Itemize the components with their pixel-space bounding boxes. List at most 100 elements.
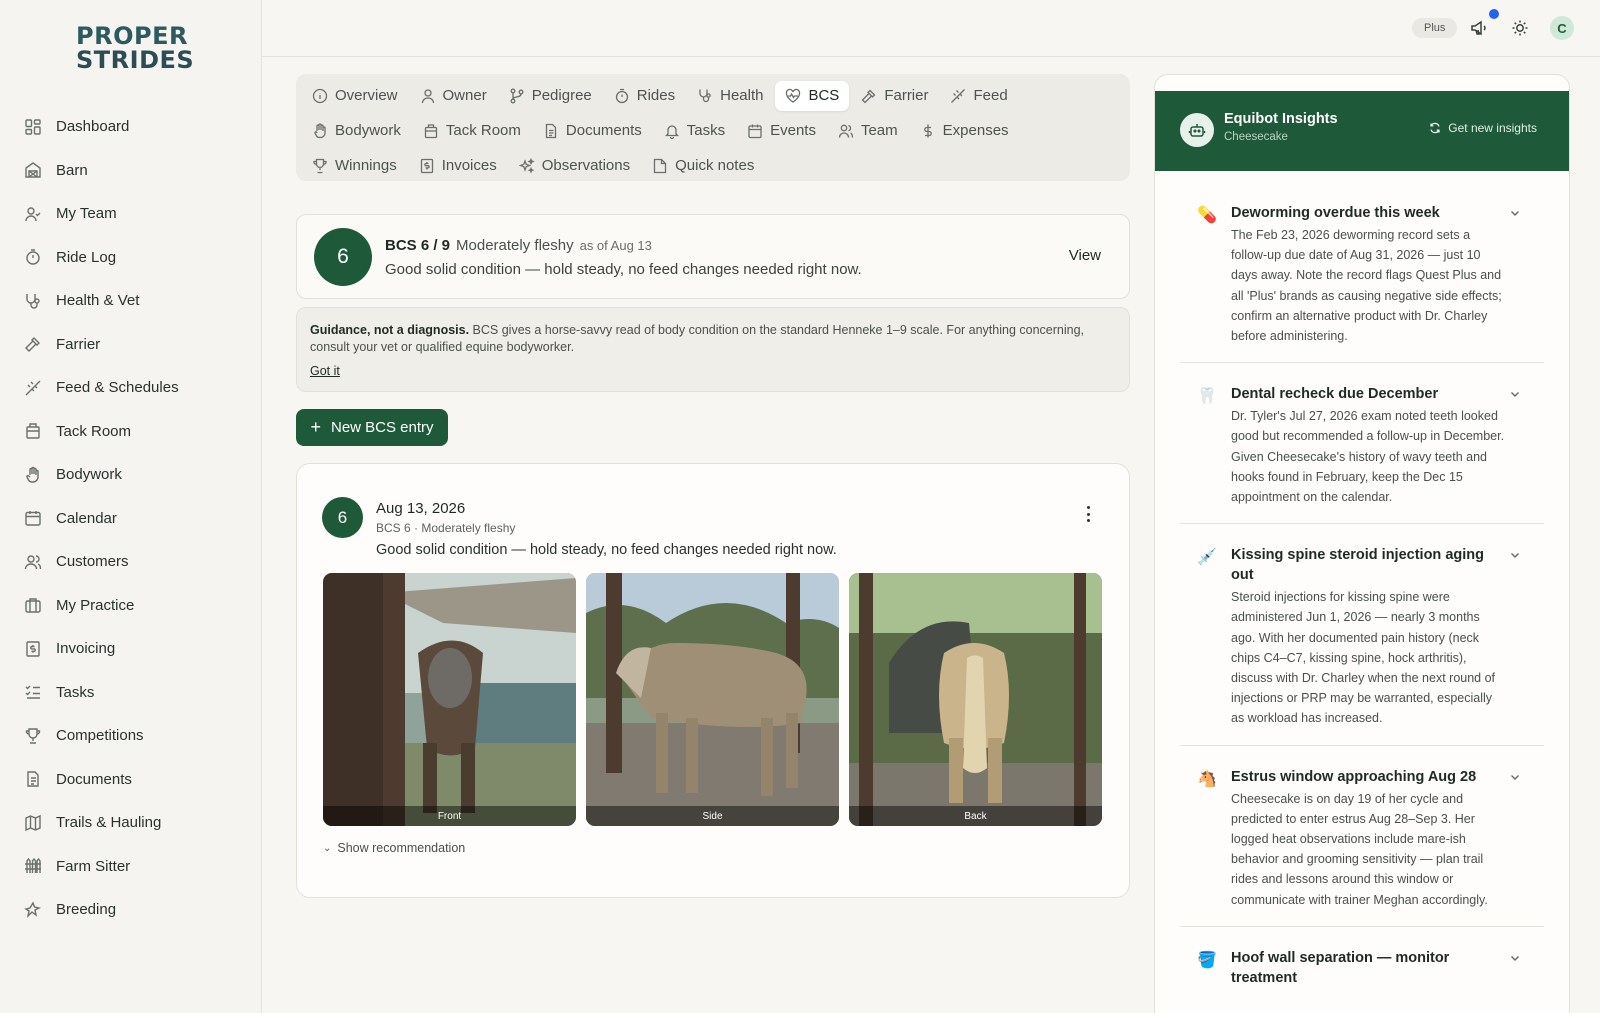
chevron-down-icon[interactable] <box>1508 387 1522 401</box>
sidebar-item-label: Farrier <box>56 335 101 353</box>
insight-item[interactable]: 💊 Deworming overdue this week The Feb 23… <box>1180 203 1544 364</box>
sidebar-item-label: Feed & Schedules <box>56 379 179 397</box>
sidebar-item-customers[interactable]: Customers <box>20 540 250 584</box>
megaphone-icon[interactable] <box>1467 16 1491 40</box>
sidebar-item-tack-room[interactable]: Tack Room <box>20 410 250 454</box>
tab-pedigree[interactable]: Pedigree <box>499 81 602 111</box>
sidebar-item-label: Customers <box>56 553 129 571</box>
sidebar-item-tasks[interactable]: Tasks <box>20 671 250 715</box>
tab-overview[interactable]: Overview <box>302 81 408 111</box>
tab-expenses[interactable]: Expenses <box>910 116 1019 146</box>
tab-bodywork[interactable]: Bodywork <box>302 116 411 146</box>
tab-winnings[interactable]: Winnings <box>302 151 407 181</box>
sidebar-item-invoicing[interactable]: Invoicing <box>20 627 250 671</box>
brand-logo-line2: STRIDES <box>76 46 195 74</box>
insight-item[interactable]: 🐴 Estrus window approaching Aug 28 Chees… <box>1180 767 1544 927</box>
avatar[interactable]: C <box>1550 16 1574 40</box>
sidebar-item-health-vet[interactable]: Health & Vet <box>20 279 250 323</box>
sidebar-item-my-team[interactable]: My Team <box>20 192 250 236</box>
sidebar-item-label: Bodywork <box>56 466 122 484</box>
user-icon <box>421 88 434 103</box>
stethoscope-icon <box>699 89 711 102</box>
calendar-icon <box>24 509 42 527</box>
sidebar-item-bodywork[interactable]: Bodywork <box>20 453 250 497</box>
tab-label: Team <box>860 122 898 139</box>
barn-icon <box>24 161 42 179</box>
brand-logo[interactable]: PROPER STRIDES <box>76 24 195 74</box>
tab-documents[interactable]: Documents <box>533 116 652 146</box>
insights-horse-name: Cheesecake <box>1224 131 1288 143</box>
dashboard-icon <box>24 118 42 136</box>
chevron-down-icon[interactable] <box>1508 206 1522 220</box>
chevron-down-icon[interactable] <box>1508 770 1522 784</box>
pill-icon: 💊 <box>1197 207 1217 224</box>
sidebar-item-trails-hauling[interactable]: Trails & Hauling <box>20 801 250 845</box>
sidebar-item-farm-sitter[interactable]: Farm Sitter <box>20 845 250 889</box>
tab-team[interactable]: Team <box>828 116 908 146</box>
bcs-descriptor: Moderately fleshy <box>456 237 574 254</box>
photo-back[interactable]: Back <box>849 573 1102 826</box>
briefcase-icon <box>24 596 42 614</box>
insight-item[interactable]: 💉 Kissing spine steroid injection aging … <box>1180 545 1544 746</box>
sidebar-item-feed-schedules[interactable]: Feed & Schedules <box>20 366 250 410</box>
sidebar-item-ride-log[interactable]: Ride Log <box>20 236 250 280</box>
bcs-summary-heading: BCS 6 / 9 Moderately fleshy as of Aug 13 <box>385 237 652 254</box>
sidebar-item-dashboard[interactable]: Dashboard <box>20 105 250 149</box>
tab-invoices[interactable]: Invoices <box>409 151 507 181</box>
bcs-entry-card: 6 Aug 13, 2026 BCS 6 · Moderately fleshy… <box>296 463 1130 898</box>
sidebar-item-documents[interactable]: Documents <box>20 758 250 802</box>
plan-badge[interactable]: Plus <box>1412 18 1458 38</box>
tab-owner[interactable]: Owner <box>410 81 497 111</box>
photo-side[interactable]: Side <box>586 573 839 826</box>
insight-item[interactable]: 🦷 Dental recheck due December Dr. Tyler'… <box>1180 384 1544 525</box>
sidebar-item-label: Documents <box>56 770 132 788</box>
tab-events[interactable]: Events <box>737 116 826 146</box>
bucket-icon: 🪣 <box>1197 951 1217 969</box>
sidebar-item-breeding[interactable]: Breeding <box>20 888 250 932</box>
tab-bcs[interactable]: BCS <box>775 80 850 111</box>
tab-tasks[interactable]: Tasks <box>654 116 735 146</box>
tab-health[interactable]: Health <box>687 81 773 111</box>
tab-label: Bodywork <box>335 122 401 139</box>
refresh-icon <box>1430 122 1440 134</box>
sidebar-item-competitions[interactable]: Competitions <box>20 714 250 758</box>
get-new-insights-button[interactable]: Get new insights <box>1429 121 1537 135</box>
sidebar-item-my-practice[interactable]: My Practice <box>20 584 250 628</box>
tab-observations[interactable]: Observations <box>509 151 640 181</box>
tab-farrier[interactable]: Farrier <box>851 81 938 111</box>
guidance-text: Guidance, not a diagnosis. BCS gives a h… <box>310 322 1116 356</box>
tab-tack-room[interactable]: Tack Room <box>413 116 531 146</box>
photo-caption: Front <box>323 806 576 826</box>
tab-rides[interactable]: Rides <box>604 81 685 111</box>
tab-label: BCS <box>808 87 840 104</box>
bcs-summary-message: Good solid condition — hold steady, no f… <box>385 261 862 278</box>
insights-panel: Equibot Insights Cheesecake Get new insi… <box>1154 74 1570 1013</box>
sidebar-item-barn[interactable]: Barn <box>20 149 250 193</box>
horse-front-photo <box>323 573 576 826</box>
insight-item[interactable]: 🪣 Hoof wall separation — monitor treatme… <box>1180 948 1544 1004</box>
invoice-icon <box>420 158 433 173</box>
sun-icon[interactable] <box>1508 16 1532 40</box>
tab-row: Winnings Invoices Observations Quick not… <box>302 148 1124 183</box>
chevron-down-icon: ⌄ <box>323 842 332 854</box>
chevron-down-icon[interactable] <box>1508 548 1522 562</box>
sidebar-item-calendar[interactable]: Calendar <box>20 497 250 541</box>
hammer-icon <box>861 89 876 103</box>
photo-front[interactable]: Front <box>323 573 576 826</box>
more-options-icon[interactable] <box>1083 504 1093 524</box>
photo-caption: Back <box>849 806 1102 826</box>
insight-body: The Feb 23, 2026 deworming record sets a… <box>1231 228 1502 344</box>
show-recommendation-toggle[interactable]: ⌄ Show recommendation <box>323 841 465 855</box>
got-it-link[interactable]: Got it <box>310 364 340 378</box>
sidebar-item-label: Trails & Hauling <box>56 814 162 832</box>
chevron-down-icon[interactable] <box>1508 951 1522 965</box>
sidebar-item-label: Invoicing <box>56 640 116 658</box>
tab-quick-notes[interactable]: Quick notes <box>642 151 764 181</box>
insight-body: Steroid injections for kissing spine wer… <box>1231 590 1496 726</box>
sidebar-item-farrier[interactable]: Farrier <box>20 323 250 367</box>
horse-icon: 🐴 <box>1197 770 1217 788</box>
view-button[interactable]: View <box>1069 247 1101 264</box>
fence-icon <box>24 857 42 875</box>
new-bcs-entry-button[interactable]: + New BCS entry <box>296 409 448 446</box>
tab-feed[interactable]: Feed <box>940 81 1017 111</box>
